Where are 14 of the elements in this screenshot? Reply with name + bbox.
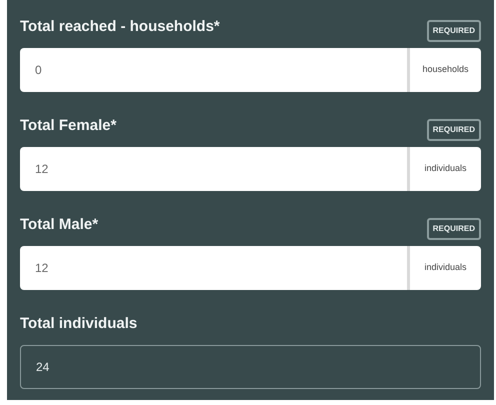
field-label: Total Male* (20, 214, 98, 234)
required-badge: REQUIRED (426, 218, 481, 240)
number-field[interactable]: 12 individuals (20, 147, 481, 191)
unit-label: individuals (407, 246, 481, 290)
field-label: Total individuals (20, 314, 138, 334)
unit-label: individuals (407, 147, 481, 191)
field-label: Total Female* (20, 116, 116, 136)
required-badge: REQUIRED (426, 119, 481, 141)
unit-label: households (407, 48, 481, 92)
required-badge: REQUIRED (426, 20, 481, 42)
total-field: 24 (20, 345, 481, 389)
field-label: Total reached - households* (20, 16, 220, 36)
number-field[interactable]: 0 households (20, 48, 481, 92)
number-field[interactable]: 12 individuals (20, 246, 481, 290)
